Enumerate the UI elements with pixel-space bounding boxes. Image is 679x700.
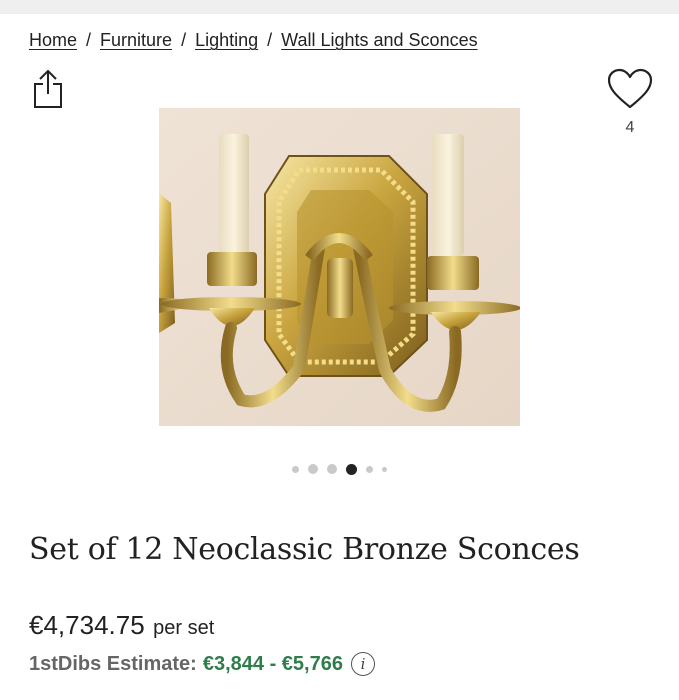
info-icon[interactable]: i [350, 652, 375, 676]
breadcrumb-separator: / [86, 30, 92, 50]
carousel-dot-active[interactable] [346, 463, 357, 475]
estimate-label: 1stDibs Estimate: [29, 652, 197, 675]
product-title: Set of 12 Neoclassic Bronze Sconces [29, 532, 580, 567]
estimate-row: 1stDibs Estimate: €3,844 - €5,766 i [29, 652, 375, 676]
breadcrumb-lighting[interactable]: Lighting [195, 30, 258, 50]
carousel-dots [0, 462, 679, 476]
sconce-photo [159, 108, 520, 426]
share-button[interactable] [32, 68, 64, 110]
estimate-range: €3,844 - €5,766 [202, 652, 343, 675]
share-icon [34, 69, 62, 108]
breadcrumb: Home / Furniture / Lighting / Wall Lights and … [29, 30, 478, 51]
breadcrumb-furniture[interactable]: Furniture [100, 30, 172, 50]
status-bar [0, 0, 679, 14]
heart-outline-icon [607, 68, 653, 109]
favorite-button[interactable]: 4 [606, 68, 654, 140]
carousel-dot[interactable] [308, 464, 318, 474]
carousel-dot[interactable] [366, 465, 373, 473]
price-block: €4,734.75 per set [29, 610, 214, 641]
carousel-dot[interactable] [382, 466, 387, 472]
carousel-dot[interactable] [327, 464, 337, 474]
product-image[interactable] [159, 108, 520, 426]
breadcrumb-wall-lights[interactable]: Wall Lights and Sconces [281, 30, 477, 50]
price-unit: per set [153, 617, 215, 639]
carousel-dot[interactable] [292, 465, 299, 473]
favorite-count: 4 [625, 119, 635, 136]
breadcrumb-home[interactable]: Home [29, 30, 77, 50]
breadcrumb-separator: / [181, 30, 187, 50]
breadcrumb-separator: / [267, 30, 273, 50]
price-amount: €4,734.75 [29, 610, 145, 640]
